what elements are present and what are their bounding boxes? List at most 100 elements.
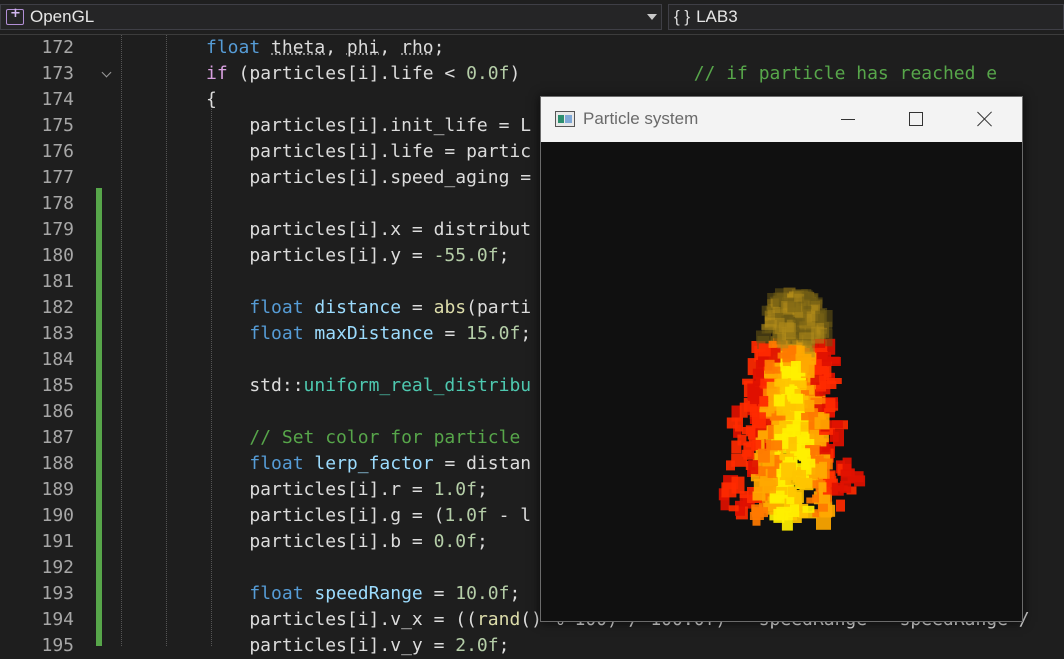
scope-dropdown[interactable]: { } LAB3: [668, 4, 1064, 30]
particle: [748, 460, 759, 475]
particle: [726, 417, 738, 429]
particle: [811, 467, 826, 478]
line-number: 191: [41, 531, 74, 552]
maximize-icon: [909, 112, 923, 126]
particle: [842, 457, 852, 471]
code-line[interactable]: 173 if (particles[i].life < 0.0f) // if p…: [0, 61, 1064, 87]
particle: [831, 482, 844, 496]
render-canvas[interactable]: [541, 142, 1022, 621]
particle: [825, 398, 836, 413]
code-text: particles[i].x = distribut: [206, 219, 532, 240]
code-text: float maxDistance = 15.0f;: [249, 323, 532, 344]
line-number: 180: [41, 245, 74, 266]
scope-name: LAB3: [696, 7, 738, 26]
line-number: 177: [41, 167, 74, 188]
code-text: particles[i].v_y = 2.0f;: [206, 635, 510, 656]
maximize-button[interactable]: [893, 97, 939, 142]
cpp-project-icon: [6, 6, 24, 25]
particle: [800, 459, 810, 470]
code-text: particles[i].life = partic: [206, 141, 532, 162]
particle: [785, 511, 800, 517]
particle-system-window[interactable]: Particle system: [540, 96, 1023, 622]
line-number: 185: [41, 375, 74, 396]
particle: [782, 428, 796, 438]
fold-chevron-icon[interactable]: [101, 67, 112, 78]
line-number: 179: [41, 219, 74, 240]
particle: [768, 340, 777, 348]
particle: [753, 478, 764, 493]
particle: [818, 482, 827, 493]
line-number: 190: [41, 505, 74, 526]
code-line[interactable]: 195 particles[i].v_y = 2.0f;: [0, 633, 1064, 659]
particle: [833, 429, 844, 447]
fire-particles: [718, 287, 866, 531]
line-number: 182: [41, 297, 74, 318]
code-text: {: [206, 89, 217, 110]
particle: [797, 449, 811, 457]
line-number: 172: [41, 37, 74, 58]
line-number: 183: [41, 323, 74, 344]
line-number: 176: [41, 141, 74, 162]
particle: [728, 505, 739, 512]
navigation-bar: OpenGL { } LAB3: [0, 0, 1064, 35]
line-number: 184: [41, 349, 74, 370]
particle: [802, 505, 815, 513]
particle: [764, 359, 775, 374]
particle: [795, 489, 804, 503]
particle: [804, 400, 815, 412]
particle: [726, 460, 735, 471]
particle: [836, 499, 845, 512]
particle: [840, 469, 855, 484]
code-text: // Set color for particle: [249, 427, 521, 448]
particle: [799, 332, 815, 340]
line-number: 192: [41, 557, 74, 578]
line-number: 186: [41, 401, 74, 422]
particle: [721, 482, 737, 498]
project-dropdown[interactable]: OpenGL: [0, 4, 662, 30]
particle: [763, 480, 776, 494]
code-text: if (particles[i].life < 0.0f) // if part…: [206, 63, 998, 84]
namespace-icon: { }: [674, 7, 691, 26]
line-number: 175: [41, 115, 74, 136]
close-button[interactable]: [962, 97, 1008, 142]
particle: [817, 503, 828, 512]
particle: [752, 509, 761, 517]
code-text: particles[i].b = 0.0f;: [206, 531, 488, 552]
code-text: particles[i].speed_aging =: [206, 167, 532, 188]
particle: [809, 297, 823, 305]
particle: [779, 322, 795, 333]
particle: [757, 448, 770, 463]
code-text: float theta, phi, rho;: [206, 37, 445, 58]
particle: [786, 497, 795, 505]
line-number: 188: [41, 453, 74, 474]
particle: [772, 307, 781, 313]
particle: [794, 311, 803, 318]
particle: [751, 412, 766, 429]
code-text: particles[i].g = (1.0f - l: [206, 505, 532, 526]
code-text: float distance = abs(parti: [249, 297, 532, 318]
window-title: Particle system: [583, 109, 699, 128]
particle: [741, 449, 752, 457]
particle: [810, 445, 821, 456]
particle: [790, 361, 801, 378]
code-text: float speedRange = 10.0f;: [249, 583, 521, 604]
chevron-down-icon[interactable]: [647, 14, 657, 20]
close-icon: [977, 111, 993, 127]
line-number: 173: [41, 63, 74, 84]
line-number: 193: [41, 583, 74, 604]
particle: [739, 402, 748, 418]
particle: [720, 496, 730, 511]
particle: [773, 508, 785, 523]
window-titlebar[interactable]: Particle system: [541, 97, 1022, 142]
particle: [815, 310, 827, 323]
code-text: particles[i].y = -55.0f;: [206, 245, 510, 266]
minimize-button[interactable]: [825, 97, 871, 142]
line-number: 187: [41, 427, 74, 448]
particle: [790, 504, 799, 512]
code-text: float lerp_factor = distan: [249, 453, 532, 474]
code-line[interactable]: 172 float theta, phi, rho;: [0, 35, 1064, 61]
particle: [781, 462, 797, 478]
line-number: 189: [41, 479, 74, 500]
project-name: OpenGL: [30, 7, 95, 26]
particle: [752, 440, 762, 450]
